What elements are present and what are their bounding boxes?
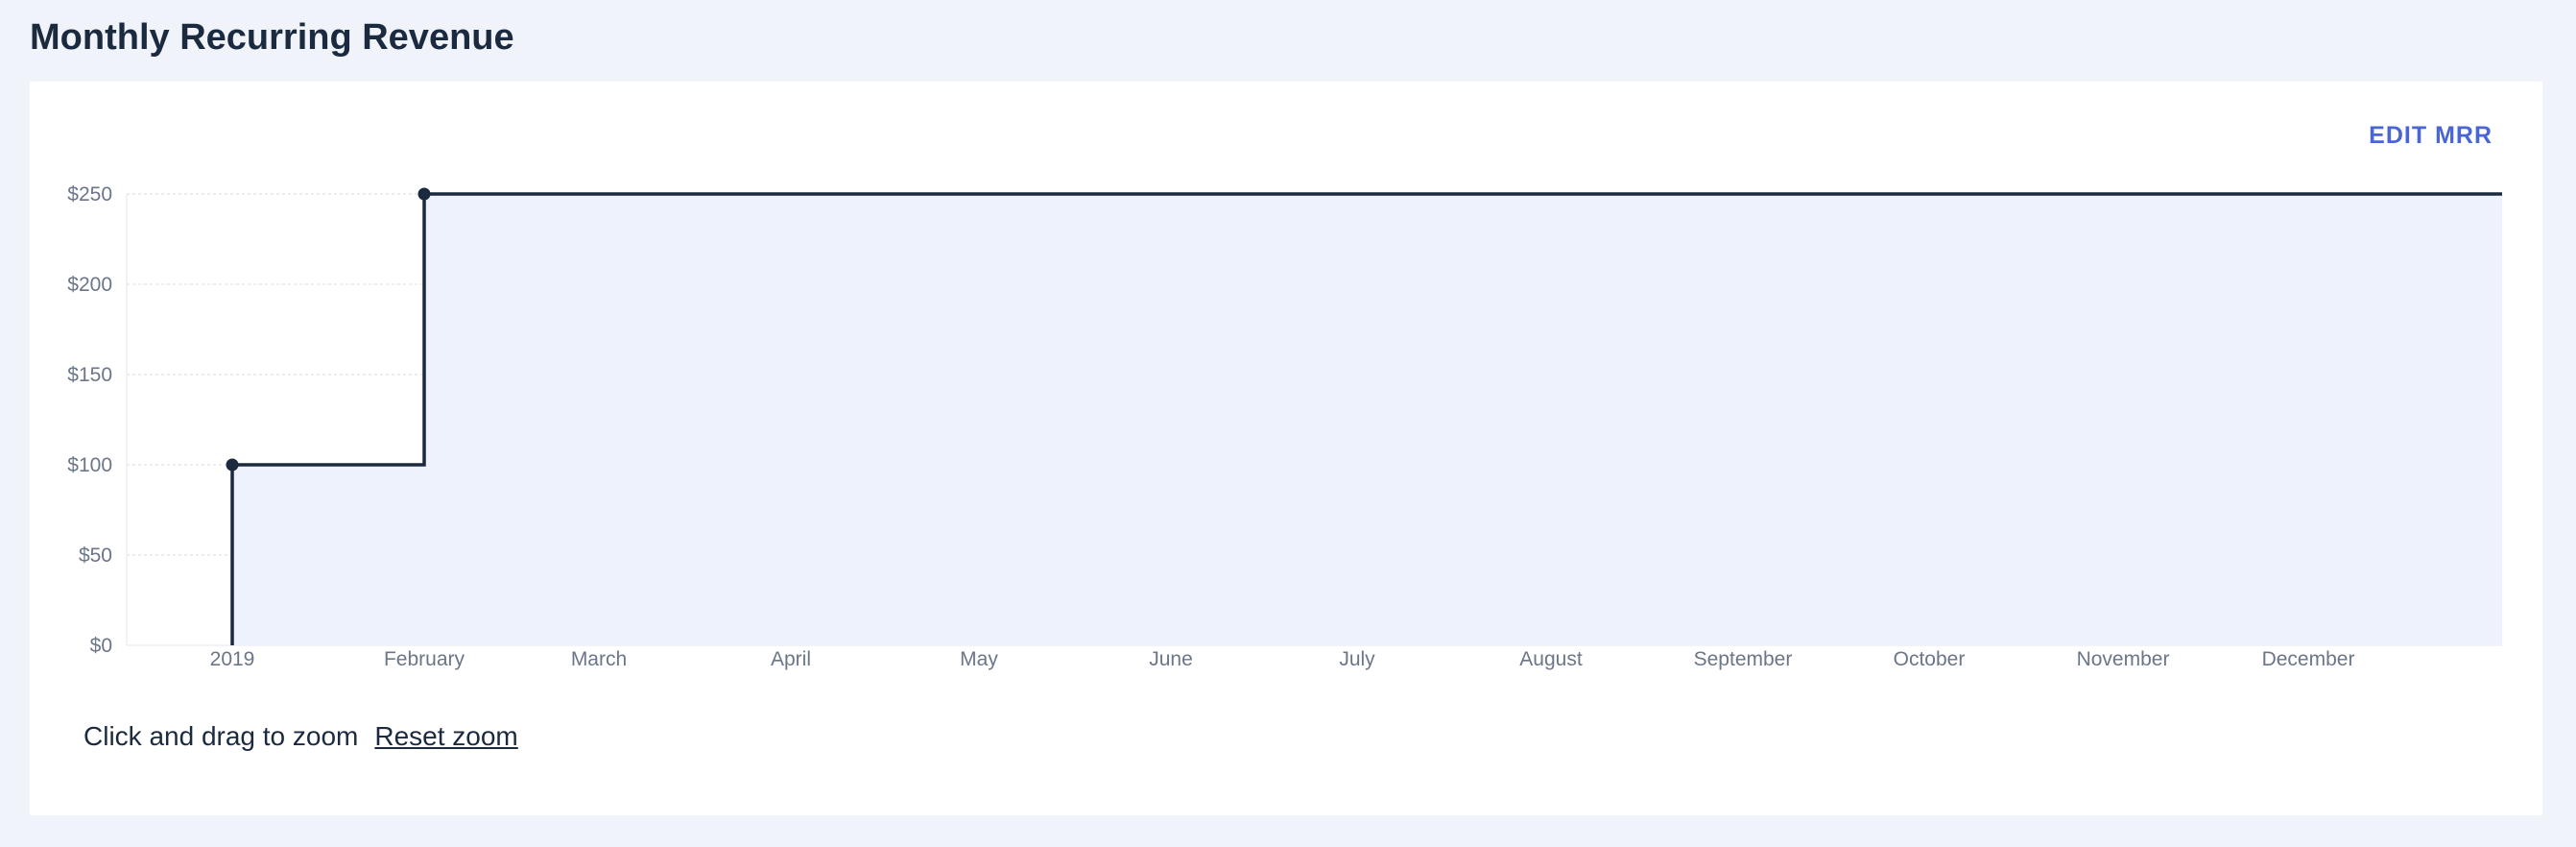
y-tick-label: $150 bbox=[67, 364, 112, 386]
page-title: Monthly Recurring Revenue bbox=[30, 17, 514, 58]
x-tick-label: June bbox=[1149, 648, 1193, 670]
x-tick-label: November bbox=[2077, 648, 2170, 670]
data-point bbox=[417, 187, 431, 201]
zoom-controls: Click and drag to zoom Reset zoom bbox=[83, 721, 518, 752]
x-tick-label: July bbox=[1339, 648, 1375, 670]
x-tick-label: May bbox=[960, 648, 998, 670]
x-axis-ticks: 2019 February March April May June July August S… bbox=[210, 648, 2355, 670]
y-tick-label: $50 bbox=[79, 544, 112, 567]
y-tick-label: $100 bbox=[67, 454, 112, 476]
zoom-hint: Click and drag to zoom bbox=[83, 721, 359, 751]
reset-zoom-link[interactable]: Reset zoom bbox=[374, 721, 517, 752]
mrr-chart[interactable]: $0 $50 $100 $150 $200 $250 2019 February March A… bbox=[30, 82, 2542, 815]
series-area bbox=[232, 194, 2502, 645]
y-tick-label: $0 bbox=[90, 635, 112, 657]
x-tick-label: December bbox=[2262, 648, 2355, 670]
y-tick-label: $200 bbox=[67, 274, 112, 296]
y-axis-ticks: $0 $50 $100 $150 $200 $250 bbox=[67, 183, 112, 657]
x-tick-label: August bbox=[1519, 648, 1583, 670]
x-tick-label: October bbox=[1894, 648, 1966, 670]
x-tick-label: 2019 bbox=[210, 648, 255, 670]
x-tick-label: February bbox=[384, 648, 465, 670]
mrr-chart-card: EDIT MRR $0 $50 $100 $150 $200 $250 2019 Febru… bbox=[30, 82, 2542, 815]
y-tick-label: $250 bbox=[67, 183, 112, 206]
chart-series bbox=[226, 187, 2502, 645]
x-tick-label: April bbox=[771, 648, 811, 670]
data-point bbox=[226, 458, 239, 472]
x-tick-label: September bbox=[1694, 648, 1793, 670]
x-tick-label: March bbox=[571, 648, 627, 670]
